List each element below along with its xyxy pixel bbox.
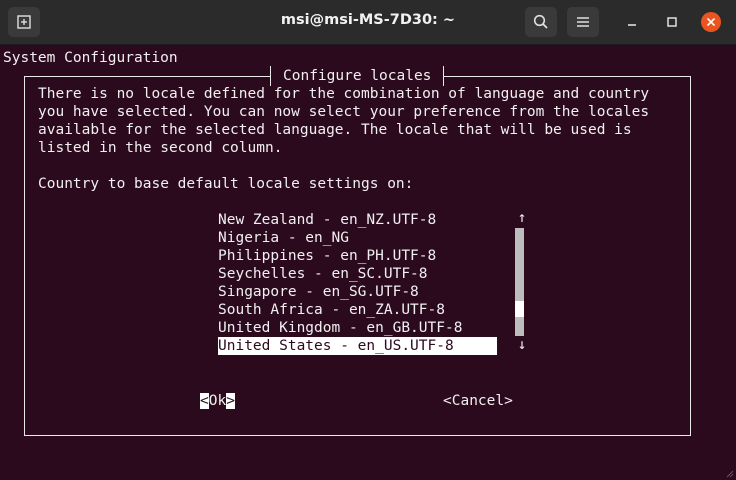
resize-grip-icon[interactable] [724, 468, 734, 478]
locale-option-nigeria[interactable]: Nigeria - en_NG [218, 229, 349, 247]
locale-prompt: Country to base default locale settings … [38, 176, 414, 192]
description-line: There is no locale defined for the combi… [38, 86, 650, 102]
ok-button[interactable]: <Ok> [200, 392, 235, 410]
dialog-title: Configure locales [270, 66, 445, 86]
ok-bracket-open: < [200, 393, 209, 409]
description-line: you have selected. You can now select yo… [38, 104, 650, 120]
terminal-area[interactable]: System Configuration Configure locales T… [0, 0, 736, 480]
locale-option-united-states-selected[interactable]: United States - en_US.UTF-8 [218, 337, 497, 355]
system-configuration-header: System Configuration [3, 50, 178, 66]
ok-label: Ok [208, 393, 227, 409]
locale-option-seychelles[interactable]: Seychelles - en_SC.UTF-8 [218, 265, 428, 283]
description-line: listed in the second column. [38, 140, 283, 156]
scrollbar-track[interactable] [515, 228, 524, 336]
locale-option-south-africa[interactable]: South Africa - en_ZA.UTF-8 [218, 301, 445, 319]
locale-option-new-zealand[interactable]: New Zealand - en_NZ.UTF-8 [218, 211, 436, 229]
scroll-down-arrow-icon[interactable]: ↓ [515, 336, 529, 354]
cancel-button[interactable]: <Cancel> [443, 392, 513, 410]
locale-option-philippines[interactable]: Philippines - en_PH.UTF-8 [218, 247, 436, 265]
scroll-up-arrow-icon[interactable]: ↑ [515, 209, 529, 227]
scrollbar-thumb[interactable] [515, 301, 524, 317]
ok-bracket-close: > [226, 393, 235, 409]
description-line: available for the selected language. The… [38, 122, 632, 138]
locale-option-united-kingdom[interactable]: United Kingdom - en_GB.UTF-8 [218, 319, 462, 337]
locale-option-singapore[interactable]: Singapore - en_SG.UTF-8 [218, 283, 419, 301]
